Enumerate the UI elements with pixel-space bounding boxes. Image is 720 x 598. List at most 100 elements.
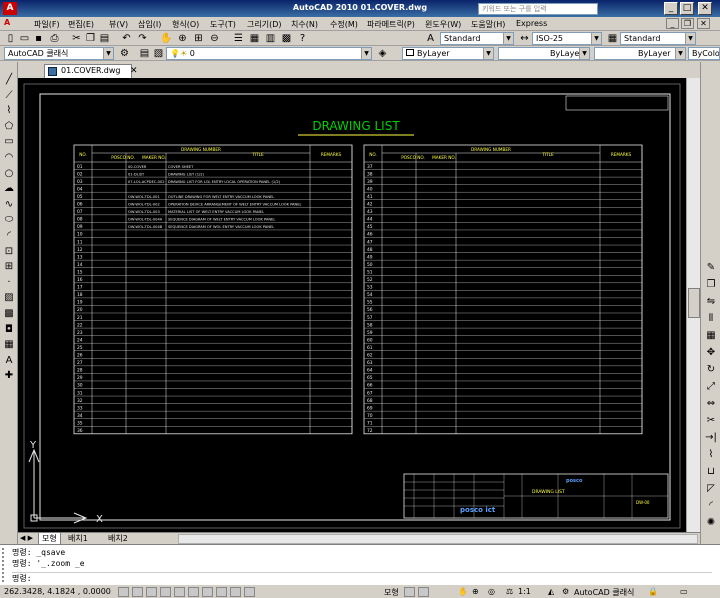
insert-block-icon[interactable]: ⊡: [3, 246, 15, 258]
menu-item[interactable]: 편집(E): [68, 19, 94, 30]
quick-view-drawings-icon[interactable]: [418, 587, 429, 597]
make-current-layer-icon[interactable]: ◈: [376, 47, 389, 60]
trim-icon[interactable]: ✂: [705, 415, 717, 427]
print-icon[interactable]: ⎙: [48, 32, 61, 45]
design-center-icon[interactable]: ▦: [248, 32, 261, 45]
arc-icon[interactable]: ◠: [3, 152, 15, 164]
fillet-icon[interactable]: ◜: [705, 500, 717, 512]
polar-toggle-icon[interactable]: [160, 587, 171, 597]
otrack-toggle-icon[interactable]: [188, 587, 199, 597]
horizontal-scrollbar[interactable]: [178, 534, 698, 544]
ortho-toggle-icon[interactable]: [146, 587, 157, 597]
grid-toggle-icon[interactable]: [132, 587, 143, 597]
make-block-icon[interactable]: ⊞: [3, 261, 15, 273]
gradient-icon[interactable]: ▩: [3, 308, 15, 320]
document-menu-icon[interactable]: A: [4, 18, 10, 27]
workspace-select[interactable]: AutoCAD 클래식 ▼: [4, 47, 114, 60]
hatch-icon[interactable]: ▨: [3, 292, 15, 304]
ducs-toggle-icon[interactable]: [202, 587, 213, 597]
explode-icon[interactable]: ✺: [705, 517, 717, 529]
mdi-restore-button[interactable]: ❐: [681, 18, 694, 29]
lineweight-select[interactable]: ByLayer ▼: [594, 47, 686, 60]
menu-item[interactable]: 도구(T): [210, 19, 236, 30]
vertical-scrollbar[interactable]: [686, 78, 700, 532]
tab-nav-icon[interactable]: ◀ ▶: [20, 533, 33, 544]
properties-icon[interactable]: ☰: [232, 32, 245, 45]
polyline-icon[interactable]: ⌇: [3, 105, 15, 117]
dim-style-select[interactable]: ISO-25 ▼: [532, 32, 602, 45]
paste-icon[interactable]: ▤: [98, 32, 111, 45]
array-icon[interactable]: ▦: [705, 330, 717, 342]
command-prompt[interactable]: 명령:: [12, 572, 712, 583]
layer-properties-icon[interactable]: ▤: [138, 47, 151, 60]
stretch-icon[interactable]: ⇔: [705, 398, 717, 410]
command-window-grip[interactable]: [2, 548, 8, 582]
command-window[interactable]: 명령: _qsave 명령: '_.zoom _e 명령:: [0, 544, 720, 584]
offset-icon[interactable]: ⫴: [705, 313, 717, 325]
circle-icon[interactable]: ○: [3, 168, 15, 180]
color-select[interactable]: ByLayer ▼: [402, 47, 494, 60]
new-file-icon[interactable]: ▯: [4, 32, 17, 45]
break-icon[interactable]: ⌇: [705, 449, 717, 461]
spline-icon[interactable]: ∿: [3, 199, 15, 211]
multiline-text-icon[interactable]: A: [3, 355, 15, 367]
point-icon[interactable]: ·: [3, 277, 15, 289]
menu-item[interactable]: 형식(O): [172, 19, 199, 30]
menu-item[interactable]: 파라메트릭(P): [367, 19, 415, 30]
copy-icon[interactable]: ❐: [84, 32, 97, 45]
annotation-visibility-icon[interactable]: ◭: [548, 587, 554, 596]
tab-close-icon[interactable]: ✕: [130, 66, 138, 76]
annotation-scale-value[interactable]: 1:1: [518, 587, 531, 596]
chamfer-icon[interactable]: ◸: [705, 483, 717, 495]
tab-layout2[interactable]: 배치2: [108, 533, 128, 544]
coordinates-readout[interactable]: 262.3428, 4.1824 , 0.0000: [4, 587, 111, 596]
layer-states-icon[interactable]: ▧: [152, 47, 165, 60]
menu-item[interactable]: 파일(F): [34, 19, 60, 30]
scroll-thumb[interactable]: [688, 288, 700, 318]
ellipse-icon[interactable]: ⬭: [3, 214, 15, 226]
open-file-icon[interactable]: ▭: [18, 32, 31, 45]
quick-view-layouts-icon[interactable]: [404, 587, 415, 597]
add-selected-icon[interactable]: ✚: [3, 370, 15, 382]
menu-item[interactable]: 뷰(V): [109, 19, 128, 30]
region-icon[interactable]: ◘: [3, 324, 15, 336]
help-icon[interactable]: ?: [296, 32, 309, 45]
layer-select[interactable]: 💡☀ 0 ▼: [166, 47, 372, 60]
menu-item[interactable]: 삽입(I): [138, 19, 161, 30]
revision-cloud-icon[interactable]: ☁: [3, 183, 15, 195]
menu-item[interactable]: 그리기(D): [247, 19, 281, 30]
workspace-status[interactable]: AutoCAD 클래식: [574, 587, 634, 598]
lock-icon[interactable]: 🔒: [648, 587, 658, 596]
search-input[interactable]: 키워드 또는 구를 입력: [478, 3, 598, 15]
cut-icon[interactable]: ✂: [70, 32, 83, 45]
menu-item[interactable]: 수정(M): [330, 19, 358, 30]
scale-icon[interactable]: ⤢: [705, 381, 717, 393]
snap-toggle-icon[interactable]: [118, 587, 129, 597]
rectangle-icon[interactable]: ▭: [3, 136, 15, 148]
menu-item[interactable]: Express: [516, 19, 547, 28]
clean-screen-icon[interactable]: ▭: [680, 587, 688, 596]
extend-icon[interactable]: →|: [705, 432, 717, 444]
line-icon[interactable]: ╱: [3, 74, 15, 86]
lineweight-toggle-icon[interactable]: [230, 587, 241, 597]
minimize-button[interactable]: _: [664, 2, 678, 15]
workspace-settings-icon[interactable]: ⚙: [118, 47, 131, 60]
document-tab[interactable]: 01.COVER.dwg: [44, 64, 132, 78]
close-button[interactable]: ✕: [698, 2, 712, 15]
menu-item[interactable]: 윈도우(W): [425, 19, 461, 30]
ellipse-arc-icon[interactable]: ◜: [3, 230, 15, 242]
redo-icon[interactable]: ↷: [136, 32, 149, 45]
linetype-select[interactable]: ByLayer ▼: [498, 47, 590, 60]
zoom-previous-icon[interactable]: ⊖: [208, 32, 221, 45]
steering-wheel-icon[interactable]: ◎: [488, 587, 495, 596]
mdi-minimize-button[interactable]: _: [666, 18, 679, 29]
quick-properties-toggle-icon[interactable]: [244, 587, 255, 597]
save-icon[interactable]: ▪: [32, 32, 45, 45]
undo-icon[interactable]: ↶: [120, 32, 133, 45]
pan-icon[interactable]: ✋: [160, 32, 173, 45]
rotate-icon[interactable]: ↻: [705, 364, 717, 376]
zoom-window-icon[interactable]: ⊞: [192, 32, 205, 45]
model-space-button[interactable]: 모형: [384, 587, 399, 598]
polygon-icon[interactable]: ⬠: [3, 121, 15, 133]
construction-line-icon[interactable]: ⟋: [3, 90, 15, 102]
